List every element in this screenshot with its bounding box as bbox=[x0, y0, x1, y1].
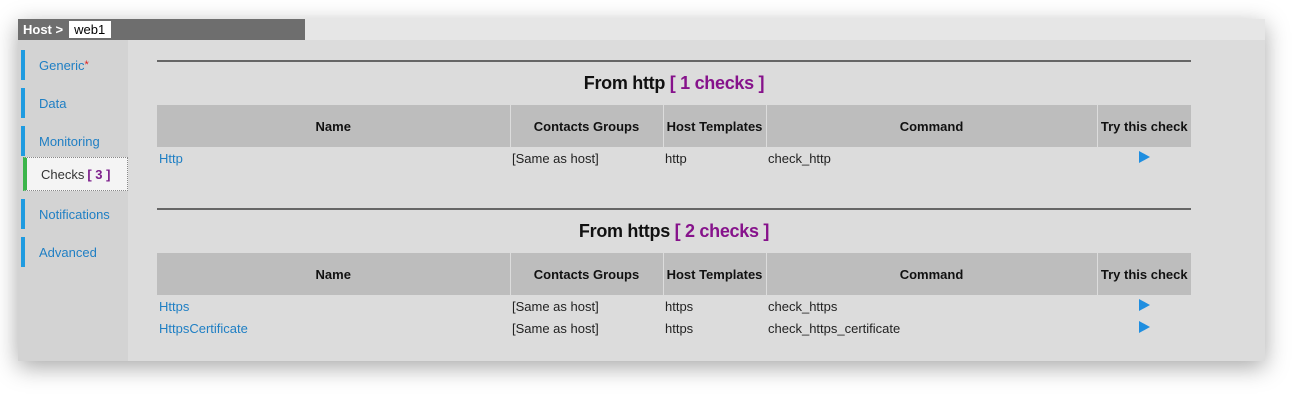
sidebar-item-notifications[interactable]: Notifications bbox=[21, 199, 125, 229]
sidebar-item-label: Generic bbox=[39, 57, 85, 73]
play-icon[interactable] bbox=[1138, 320, 1150, 333]
col-host-templates: Host Templates bbox=[663, 253, 767, 295]
host-name[interactable]: web1 bbox=[69, 21, 112, 38]
sidebar-item-monitoring[interactable]: Monitoring bbox=[21, 126, 125, 156]
col-command: Command bbox=[766, 105, 1098, 147]
table-row: Https [Same as host] https check_https bbox=[157, 295, 1191, 317]
col-try-check: Try this check bbox=[1097, 105, 1191, 147]
section-https: From https [ 2 checks ] Name Contacts Gr… bbox=[157, 208, 1191, 339]
play-icon[interactable] bbox=[1138, 298, 1150, 311]
sidebar-item-label: Advanced bbox=[39, 244, 97, 260]
section-title-text: From http bbox=[583, 73, 666, 93]
check-contacts: [Same as host] bbox=[512, 150, 599, 166]
checks-table: Name Contacts Groups Host Templates Comm… bbox=[157, 105, 1191, 169]
checks-count-badge: [ 3 ] bbox=[87, 166, 111, 182]
sidebar-item-label: Monitoring bbox=[39, 133, 100, 149]
top-bar: Host > web1 bbox=[18, 19, 1265, 40]
sidebar-item-label: Data bbox=[39, 95, 67, 111]
sidebar-item-label: Notifications bbox=[39, 206, 110, 222]
check-command: check_https bbox=[768, 298, 838, 314]
section-title: From http [ 1 checks ] bbox=[157, 72, 1191, 94]
table-row: Http [Same as host] http check_http bbox=[157, 147, 1191, 169]
sidebar-item-data[interactable]: Data bbox=[21, 88, 125, 118]
check-template: https bbox=[665, 298, 694, 314]
section-divider bbox=[157, 208, 1191, 210]
col-name: Name bbox=[157, 105, 511, 147]
table-row: HttpsCertificate [Same as host] https ch… bbox=[157, 317, 1191, 339]
required-mark: * bbox=[84, 59, 89, 71]
check-command: check_http bbox=[768, 150, 831, 166]
table-header-row: Name Contacts Groups Host Templates Comm… bbox=[157, 253, 1191, 295]
section-count: [ 1 checks ] bbox=[669, 73, 765, 93]
section-title-text: From https bbox=[578, 221, 670, 241]
sidebar-item-label: Checks bbox=[41, 166, 85, 182]
table-header-row: Name Contacts Groups Host Templates Comm… bbox=[157, 105, 1191, 147]
col-contacts-groups: Contacts Groups bbox=[510, 105, 664, 147]
sidebar-item-checks[interactable]: Checks[ 3 ] bbox=[23, 157, 128, 191]
checks-table: Name Contacts Groups Host Templates Comm… bbox=[157, 253, 1191, 339]
check-contacts: [Same as host] bbox=[512, 298, 599, 314]
host-breadcrumb: Host > web1 bbox=[18, 19, 305, 40]
check-contacts: [Same as host] bbox=[512, 320, 599, 336]
sidebar-item-generic[interactable]: Generic * bbox=[21, 50, 125, 80]
check-name-link[interactable]: Https bbox=[159, 299, 189, 314]
col-host-templates: Host Templates bbox=[663, 105, 767, 147]
play-icon[interactable] bbox=[1138, 150, 1150, 163]
col-name: Name bbox=[157, 253, 511, 295]
section-title: From https [ 2 checks ] bbox=[157, 220, 1191, 242]
check-template: https bbox=[665, 320, 694, 336]
section-http: From http [ 1 checks ] Name Contacts Gro… bbox=[157, 60, 1191, 169]
section-count: [ 2 checks ] bbox=[674, 221, 770, 241]
col-contacts-groups: Contacts Groups bbox=[510, 253, 664, 295]
host-window: Host > web1 Generic * Data Monitoring Che… bbox=[18, 19, 1265, 361]
col-command: Command bbox=[766, 253, 1098, 295]
check-command: check_https_certificate bbox=[768, 320, 901, 336]
checks-content: From http [ 1 checks ] Name Contacts Gro… bbox=[128, 40, 1265, 361]
check-name-link[interactable]: HttpsCertificate bbox=[159, 321, 248, 336]
host-label: Host > bbox=[23, 22, 64, 37]
check-name-link[interactable]: Http bbox=[159, 151, 183, 166]
sidebar-item-advanced[interactable]: Advanced bbox=[21, 237, 125, 267]
check-template: http bbox=[665, 150, 687, 166]
sidebar: Generic * Data Monitoring Checks[ 3 ] Not… bbox=[18, 40, 128, 361]
section-divider bbox=[157, 60, 1191, 62]
col-try-check: Try this check bbox=[1097, 253, 1191, 295]
